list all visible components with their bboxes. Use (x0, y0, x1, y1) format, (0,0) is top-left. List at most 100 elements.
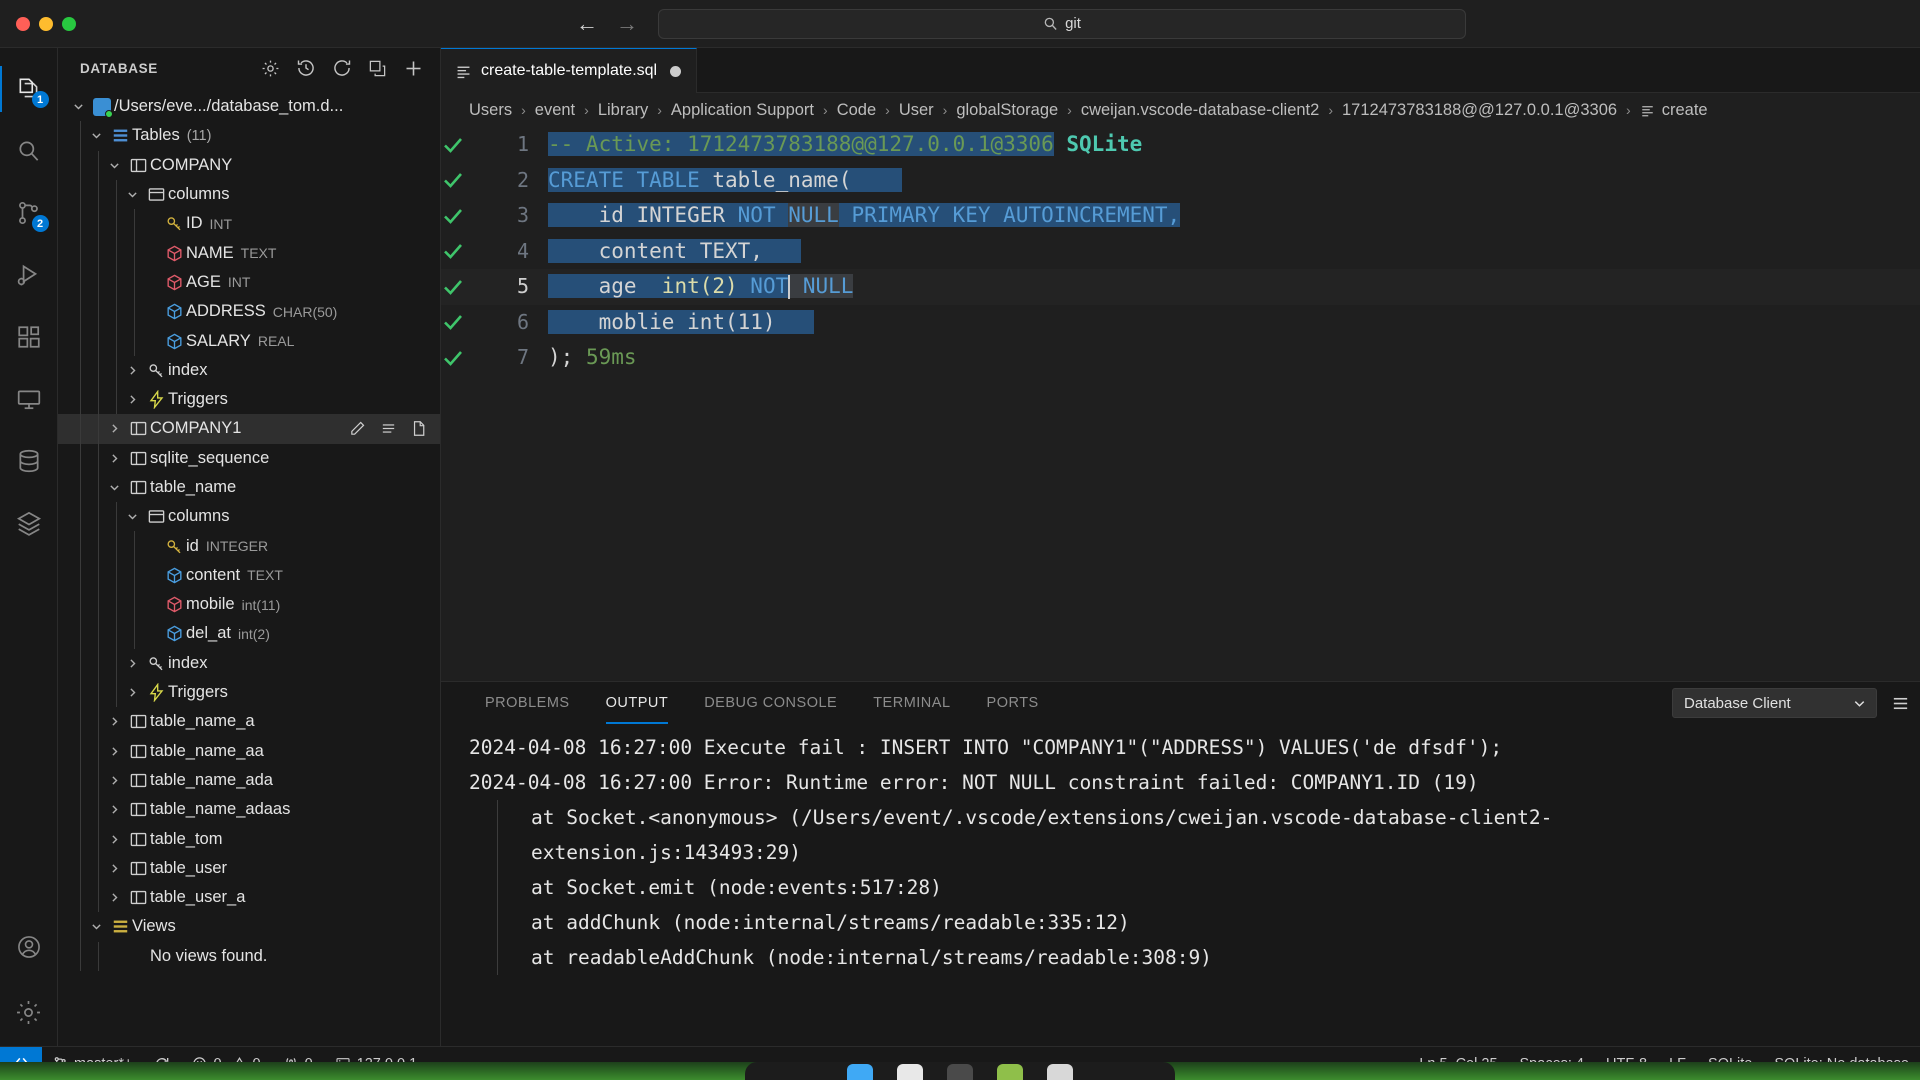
code-line-7[interactable]: 7); 59ms (441, 340, 1920, 376)
run-query-icon[interactable] (441, 275, 497, 299)
tree-twisty[interactable] (126, 188, 144, 201)
plus-icon[interactable] (403, 58, 424, 79)
dock-app-icon[interactable] (1047, 1064, 1073, 1080)
chevron-right-icon[interactable] (108, 803, 121, 816)
tree-twisty[interactable] (108, 774, 126, 787)
panel-tab-output[interactable]: OUTPUT (588, 682, 687, 724)
forward-arrow-icon[interactable]: → (616, 12, 638, 35)
activity-item-search[interactable] (0, 120, 58, 182)
panel-tab-debug-console[interactable]: DEBUG CONSOLE (686, 682, 855, 724)
tree-twisty[interactable] (126, 657, 144, 670)
tree-twisty[interactable] (108, 833, 126, 846)
tree-twisty[interactable] (108, 715, 126, 728)
chevron-down-icon[interactable] (126, 188, 139, 201)
chevron-right-icon[interactable] (108, 452, 121, 465)
more-actions-icon[interactable] (1891, 694, 1910, 713)
chevron-right-icon[interactable] (126, 393, 139, 406)
activity-item-remote-explorer[interactable] (0, 368, 58, 430)
execute-success-icon[interactable] (441, 204, 465, 228)
collapse-all-icon[interactable] (368, 59, 387, 78)
gear-icon[interactable] (261, 59, 280, 78)
panel-tab-problems[interactable]: PROBLEMS (467, 682, 588, 724)
tree-item-columns[interactable]: columns (58, 179, 440, 210)
chevron-right-icon[interactable] (108, 422, 121, 435)
history-icon[interactable] (296, 58, 316, 78)
execute-success-icon[interactable] (441, 346, 465, 370)
tree-item-company[interactable]: COMPANY (58, 150, 440, 180)
tree-twisty[interactable] (126, 364, 144, 377)
chevron-down-icon[interactable] (126, 510, 139, 523)
code-line-1[interactable]: 1 -- Active: 1712473783188@@127.0.0.1@330… (441, 127, 1920, 163)
breadcrumb-item[interactable]: create (1662, 101, 1708, 120)
tree-twisty[interactable] (126, 393, 144, 406)
activity-item-source-control[interactable]: 2 (0, 182, 58, 244)
activity-item-settings[interactable] (0, 978, 58, 1046)
tree-item-name[interactable]: NAME TEXT (58, 238, 440, 268)
tree-item-salary[interactable]: SALARY REAL (58, 326, 440, 356)
tree-item-content[interactable]: content TEXT (58, 560, 440, 591)
breadcrumb-item[interactable]: 1712473783188@@127.0.0.1@3306 (1342, 101, 1617, 120)
minimize-window-button[interactable] (39, 16, 53, 31)
tree-item-columns[interactable]: columns (58, 502, 440, 532)
run-query-icon[interactable] (441, 168, 497, 192)
tree-twisty[interactable] (108, 803, 126, 816)
tree-twisty[interactable] (108, 159, 126, 172)
tree-item-id[interactable]: ID INT (58, 209, 440, 239)
chevron-right-icon[interactable] (108, 862, 121, 875)
tree-twisty[interactable] (108, 452, 126, 465)
breadcrumb-item[interactable]: globalStorage (956, 101, 1058, 120)
tree-item-triggers[interactable]: Triggers (58, 677, 440, 708)
breadcrumb-item[interactable]: Library (598, 101, 648, 120)
output-channel-select[interactable]: Database Client (1672, 688, 1877, 718)
tree-item-no-views-found[interactable]: No views found. (58, 941, 440, 971)
chevron-right-icon[interactable] (108, 833, 121, 846)
tree-item-users-eve-database-tom-d[interactable]: /Users/eve.../database_tom.d... (58, 92, 440, 121)
tree-item-table-name[interactable]: table_name (58, 472, 440, 503)
tree-item-table-name-aa[interactable]: table_name_aa (58, 736, 440, 766)
tree-item-age[interactable]: AGE INT (58, 267, 440, 298)
close-window-button[interactable] (16, 16, 30, 31)
dock-app-icon[interactable] (947, 1064, 973, 1080)
activity-item-extensions[interactable] (0, 306, 58, 368)
dock-app-icon[interactable] (997, 1064, 1023, 1080)
tree-twisty[interactable] (90, 129, 108, 142)
breadcrumb-item[interactable]: cweijan.vscode-database-client2 (1081, 101, 1319, 120)
tree-item-table-tom[interactable]: table_tom (58, 824, 440, 854)
chevron-down-icon[interactable] (90, 920, 103, 933)
tree-item-table-name-a[interactable]: table_name_a (58, 707, 440, 737)
execute-success-icon[interactable] (441, 133, 465, 157)
run-query-icon[interactable] (441, 310, 497, 334)
tree-twisty[interactable] (90, 920, 108, 933)
code-line-6[interactable]: 6 moblie int(11) (441, 305, 1920, 341)
chevron-down-icon[interactable] (90, 129, 103, 142)
command-center-search[interactable]: git (658, 8, 1466, 39)
tree-twisty[interactable] (72, 100, 90, 113)
code-line-3[interactable]: 3 id INTEGER NOT NULL PRIMARY KEY AUTOIN… (441, 198, 1920, 234)
panel-tab-ports[interactable]: PORTS (969, 682, 1057, 724)
tree-item-views[interactable]: Views (58, 912, 440, 942)
code-line-2[interactable]: 2 CREATE TABLE table_name( (441, 163, 1920, 199)
breadcrumb-item[interactable]: Users (469, 101, 512, 120)
refresh-icon[interactable] (332, 58, 352, 78)
tree-item-id[interactable]: id INTEGER (58, 531, 440, 561)
execute-success-icon[interactable] (441, 275, 465, 299)
chevron-right-icon[interactable] (126, 657, 139, 670)
code-editor[interactable]: 1 -- Active: 1712473783188@@127.0.0.1@330… (441, 127, 1920, 681)
execute-success-icon[interactable] (441, 239, 465, 263)
chevron-down-icon[interactable] (108, 481, 121, 494)
activity-item-accounts[interactable] (0, 916, 58, 978)
run-query-icon[interactable] (441, 133, 497, 157)
panel-tab-terminal[interactable]: TERMINAL (855, 682, 968, 724)
activity-item-database[interactable] (0, 430, 58, 492)
activity-item-explorer[interactable]: 1 (0, 58, 58, 120)
tree-item-sqlite-sequence[interactable]: sqlite_sequence (58, 443, 440, 473)
execute-success-icon[interactable] (441, 168, 465, 192)
tree-item-triggers[interactable]: Triggers (58, 384, 440, 415)
tree-twisty[interactable] (108, 481, 126, 494)
dock-app-icon[interactable] (847, 1064, 873, 1080)
maximize-window-button[interactable] (62, 16, 76, 31)
tree-twisty[interactable] (126, 686, 144, 699)
tree-item-address[interactable]: ADDRESS CHAR(50) (58, 297, 440, 327)
code-line-4[interactable]: 4 content TEXT, (441, 234, 1920, 270)
tree-item-table-user-a[interactable]: table_user_a (58, 883, 440, 913)
